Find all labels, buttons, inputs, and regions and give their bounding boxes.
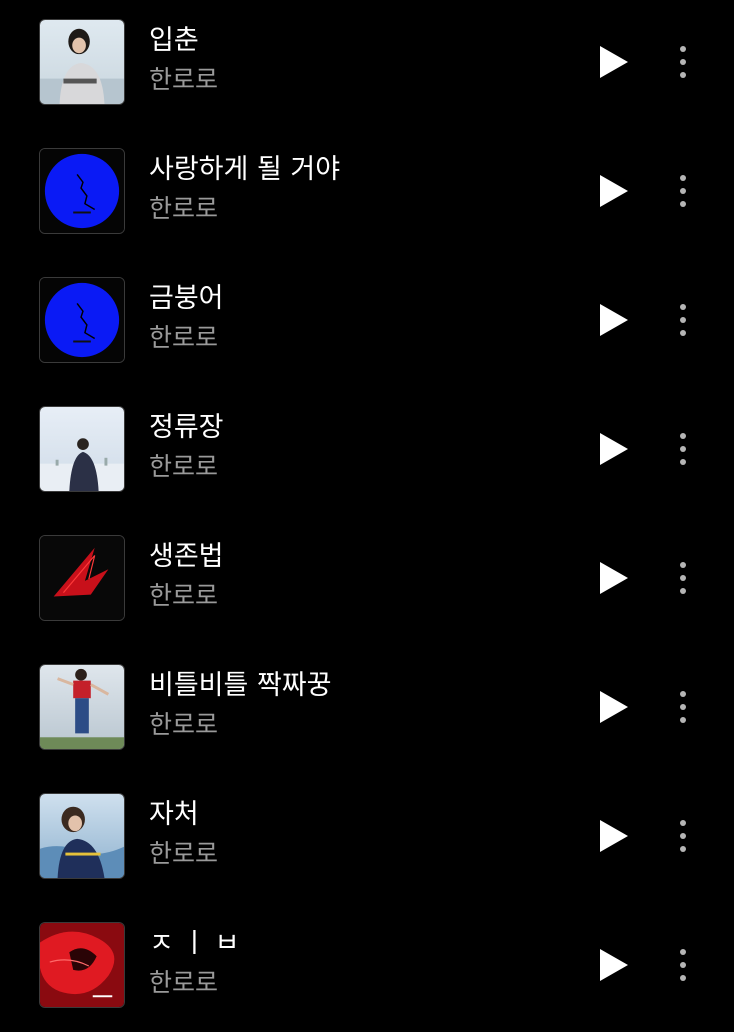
more-vertical-icon[interactable]: [668, 559, 698, 597]
song-title: ㅈㅣㅂ: [149, 928, 248, 959]
artist-name: 한로로: [149, 839, 219, 868]
album-art: [39, 19, 125, 105]
more-vertical-icon[interactable]: [668, 817, 698, 855]
artist-name: 한로로: [149, 65, 219, 94]
song-title: 사랑하게 될 거야: [149, 154, 341, 185]
more-vertical-icon[interactable]: [668, 172, 698, 210]
song-title: 정류장: [149, 412, 224, 443]
song-row[interactable]: ㅈㅣㅂ 한로로: [0, 922, 734, 1032]
album-art: [39, 148, 125, 234]
artist-name: 한로로: [149, 452, 219, 481]
more-vertical-icon[interactable]: [668, 43, 698, 81]
artist-name: 한로로: [149, 710, 219, 739]
play-icon[interactable]: [596, 817, 632, 855]
song-row[interactable]: 생존법 한로로: [0, 535, 734, 645]
song-row[interactable]: 금붕어 한로로: [0, 277, 734, 387]
play-icon[interactable]: [596, 430, 632, 468]
album-art: [39, 664, 125, 750]
album-art: [39, 406, 125, 492]
play-icon[interactable]: [596, 43, 632, 81]
album-art: [39, 535, 125, 621]
song-title: 비틀비틀 짝짜꿍: [149, 670, 332, 701]
song-row[interactable]: 정류장 한로로: [0, 406, 734, 516]
play-icon[interactable]: [596, 688, 632, 726]
song-row[interactable]: 사랑하게 될 거야 한로로: [0, 148, 734, 258]
play-icon[interactable]: [596, 301, 632, 339]
song-title: 금붕어: [149, 283, 224, 314]
song-list: 입춘 한로로 사랑하게 될 거야 한로로 금붕어 한로로 정류장 한로로 생존법…: [0, 0, 734, 1024]
song-row[interactable]: 입춘 한로로: [0, 19, 734, 129]
album-art: [39, 277, 125, 363]
more-vertical-icon[interactable]: [668, 430, 698, 468]
artist-name: 한로로: [149, 323, 219, 352]
artist-name: 한로로: [149, 581, 219, 610]
more-vertical-icon[interactable]: [668, 688, 698, 726]
song-title: 자처: [149, 799, 199, 830]
song-title: 입춘: [149, 25, 199, 56]
album-art: [39, 793, 125, 879]
more-vertical-icon[interactable]: [668, 301, 698, 339]
song-row[interactable]: 비틀비틀 짝짜꿍 한로로: [0, 664, 734, 774]
artist-name: 한로로: [149, 194, 219, 223]
song-row[interactable]: 자처 한로로: [0, 793, 734, 903]
play-icon[interactable]: [596, 172, 632, 210]
song-title: 생존법: [149, 541, 224, 572]
more-vertical-icon[interactable]: [668, 946, 698, 984]
play-icon[interactable]: [596, 946, 632, 984]
artist-name: 한로로: [149, 968, 219, 997]
album-art: [39, 922, 125, 1008]
play-icon[interactable]: [596, 559, 632, 597]
